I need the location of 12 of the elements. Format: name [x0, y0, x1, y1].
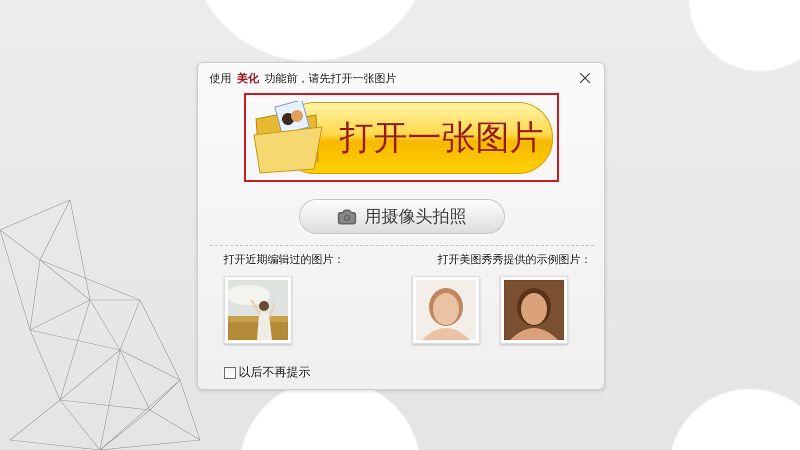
thumbnail[interactable]: [500, 276, 568, 344]
thumbnail[interactable]: [224, 276, 292, 344]
prompt-text: 使用 美化 功能前，请先打开一张图片: [210, 70, 396, 86]
dont-show-again-checkbox[interactable]: 以后不再提示: [224, 364, 594, 381]
checkbox[interactable]: [224, 366, 236, 378]
samples-heading: 打开美图秀秀提供的示例图片：: [438, 252, 592, 267]
camera-icon: [336, 206, 356, 226]
recent-heading: 打开近期编辑过的图片：: [224, 252, 344, 267]
checkbox-label: 以后不再提示: [238, 364, 310, 381]
camera-button[interactable]: 用摄像头拍照: [298, 199, 504, 234]
open-image-button[interactable]: 打开一张图片: [244, 93, 559, 182]
thumbnail[interactable]: [412, 276, 480, 344]
